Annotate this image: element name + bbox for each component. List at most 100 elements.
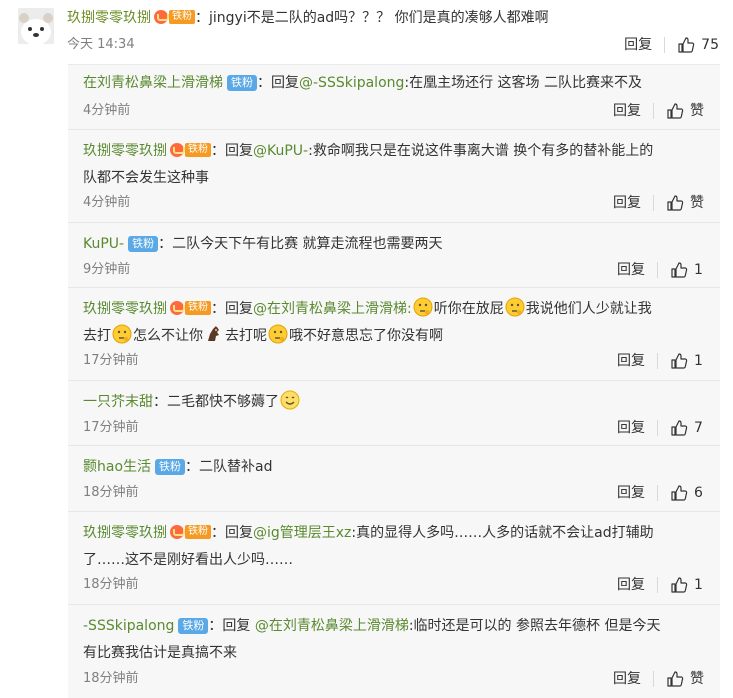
- fan-badge[interactable]: 铁粉: [227, 75, 257, 91]
- like-count[interactable]: 1: [694, 575, 704, 595]
- reply-item: 颢hao生活 铁粉 ：二队替补ad 18分钟前 回复 6: [68, 446, 720, 512]
- reply-content: 玖捌零零玖捌 铁粉 ：回复@ig管理层王xz:真的显得人多吗……人多的话就不会让ad…: [83, 524, 654, 568]
- username-link[interactable]: 玖捌零零玖捌: [83, 301, 167, 317]
- reply-time: 4分钟前: [83, 103, 131, 118]
- avatar[interactable]: [18, 8, 54, 44]
- like-icon[interactable]: [670, 261, 688, 279]
- username-link[interactable]: -SSSkipalong: [83, 618, 174, 634]
- reply-content: -SSSkipalong 铁粉 ：回复 @在刘青松鼻梁上滑滑梯:临时还是可以的 参照…: [83, 618, 661, 661]
- reply-content: 玖捌零零玖捌 铁粉 ：回复@在刘青松鼻梁上滑滑梯: 听你在放屁 我说他们人少就让我 去打…: [83, 296, 702, 350]
- thinking-emoji-icon: [268, 324, 288, 344]
- reply-button[interactable]: 回复: [617, 418, 645, 438]
- username-link[interactable]: 颢hao生活: [83, 459, 151, 475]
- fan-badge[interactable]: 铁粉: [178, 618, 209, 634]
- mention-link[interactable]: @在刘青松鼻梁上滑滑梯: [253, 301, 407, 317]
- like-count[interactable]: 1: [694, 260, 704, 280]
- mention-link[interactable]: @KuPU-: [253, 143, 308, 159]
- crown-icon: [170, 525, 185, 539]
- reply-button[interactable]: 回复: [617, 351, 645, 371]
- reply-button[interactable]: 回复: [617, 483, 645, 503]
- like-icon[interactable]: [670, 352, 688, 370]
- like-icon[interactable]: [677, 36, 695, 54]
- divider: [657, 420, 658, 436]
- reply-button[interactable]: 回复: [613, 193, 641, 213]
- like-count[interactable]: 赞: [690, 669, 704, 689]
- reply-item: 在刘青松鼻梁上滑滑梯 铁粉 ：回复@-SSSkipalong:在凰主场还行 这客场 …: [68, 65, 720, 130]
- colon: ：: [257, 75, 271, 91]
- reply-actions: 回复 1: [617, 575, 704, 595]
- like-icon[interactable]: [670, 419, 688, 437]
- divider: [664, 37, 666, 53]
- reply-time: 4分钟前: [83, 195, 131, 210]
- reply-actions: 回复 赞: [613, 193, 704, 213]
- like-count[interactable]: 6: [694, 483, 704, 503]
- like-count[interactable]: 赞: [690, 193, 704, 213]
- username-link[interactable]: 玖捌零零玖捌: [83, 525, 167, 541]
- divider: [657, 577, 658, 593]
- divider: [653, 195, 654, 211]
- like-icon[interactable]: [666, 194, 684, 212]
- like-icon[interactable]: [670, 576, 688, 594]
- fan-badge[interactable]: 铁粉: [128, 236, 159, 252]
- mention-link[interactable]: @ig管理层王xz: [253, 525, 351, 541]
- fan-badge-label: 铁粉: [169, 10, 195, 24]
- reply-item: KuPU- 铁粉 ：二队今天下午有比赛 就算走流程也需要两天 9分钟前 回复 1: [68, 223, 720, 288]
- reply-content: 一只芥末甜：二毛都快不够薅了: [83, 389, 702, 416]
- reply-actions: 回复 6: [617, 483, 704, 503]
- crown-icon: [154, 10, 169, 24]
- reply-actions: 回复 赞: [613, 669, 704, 689]
- reply-content: 玖捌零零玖捌 铁粉 ：回复@KuPU-:救命啊我只是在说这件事离大谱 换个有多的替补…: [83, 142, 654, 186]
- reply-button[interactable]: 回复: [624, 35, 652, 55]
- username-link[interactable]: 玖捌零零玖捌: [67, 10, 151, 26]
- divider: [653, 103, 654, 119]
- reply-button[interactable]: 回复: [613, 101, 641, 121]
- mention-link[interactable]: @在刘青松鼻梁上滑滑梯: [255, 618, 409, 634]
- divider: [657, 485, 658, 501]
- username-link[interactable]: KuPU-: [83, 236, 124, 252]
- fan-badge[interactable]: 铁粉: [170, 142, 211, 158]
- reply-time: 18分钟前: [83, 577, 139, 592]
- reply-item: 玖捌零零玖捌 铁粉 ：回复@KuPU-:救命啊我只是在说这件事离大谱 换个有多的替补…: [68, 130, 720, 223]
- like-count[interactable]: 75: [701, 35, 719, 55]
- thinking-emoji-icon: [413, 297, 433, 317]
- username-link[interactable]: 在刘青松鼻梁上滑滑梯: [83, 75, 223, 91]
- thinking-emoji-icon: [112, 324, 132, 344]
- reply-button[interactable]: 回复: [613, 669, 641, 689]
- divider: [657, 262, 658, 278]
- reply-actions: 回复 赞: [613, 101, 704, 121]
- thinking-emoji-icon: [505, 297, 525, 317]
- mention-link[interactable]: @-SSSkipalong: [299, 75, 404, 91]
- comment-thread: 玖捌零零玖捌 铁粉 ：jingyi不是二队的ad吗？？？ 你们是真的凑够人都难啊 今…: [0, 0, 733, 698]
- like-icon[interactable]: [670, 484, 688, 502]
- reply-actions: 回复 7: [617, 418, 704, 438]
- username-link[interactable]: 一只芥末甜: [83, 394, 153, 410]
- reply-list: 在刘青松鼻梁上滑滑梯 铁粉 ：回复@-SSSkipalong:在凰主场还行 这客场 …: [68, 64, 720, 698]
- like-count[interactable]: 赞: [690, 101, 704, 121]
- horse-emoji-icon: [208, 326, 219, 341]
- reply-time: 17分钟前: [83, 420, 139, 435]
- fan-badge[interactable]: 铁粉: [154, 9, 195, 25]
- reply-item: -SSSkipalong 铁粉 ：回复 @在刘青松鼻梁上滑滑梯:临时还是可以的 参照…: [68, 605, 720, 698]
- fan-badge[interactable]: 铁粉: [170, 524, 211, 540]
- reply-item: 玖捌零零玖捌 铁粉 ：回复@ig管理层王xz:真的显得人多吗……人多的话就不会让ad…: [68, 512, 720, 605]
- like-count[interactable]: 1: [694, 351, 704, 371]
- reply-content: KuPU- 铁粉 ：二队今天下午有比赛 就算走流程也需要两天: [83, 236, 443, 252]
- reply-time: 18分钟前: [83, 671, 139, 686]
- reply-item: 玖捌零零玖捌 铁粉 ：回复@在刘青松鼻梁上滑滑梯: 听你在放屁 我说他们人少就让我 去打…: [68, 288, 720, 381]
- reply-button[interactable]: 回复: [617, 260, 645, 280]
- comment-text: jingyi不是二队的ad吗？？？ 你们是真的凑够人都难啊: [209, 10, 549, 26]
- smile-emoji-icon: [280, 390, 300, 410]
- username-link[interactable]: 玖捌零零玖捌: [83, 143, 167, 159]
- like-icon[interactable]: [666, 102, 684, 120]
- reply-time: 18分钟前: [83, 485, 139, 500]
- like-icon[interactable]: [666, 670, 684, 688]
- reply-time: 9分钟前: [83, 262, 131, 277]
- reply-button[interactable]: 回复: [617, 575, 645, 595]
- fan-badge[interactable]: 铁粉: [170, 300, 211, 316]
- crown-icon: [170, 143, 185, 157]
- fan-badge[interactable]: 铁粉: [155, 459, 186, 475]
- reply-actions: 回复 1: [617, 260, 704, 280]
- reply-time: 17分钟前: [83, 353, 139, 368]
- reply-content: 颢hao生活 铁粉 ：二队替补ad: [83, 459, 273, 475]
- like-count[interactable]: 7: [694, 418, 704, 438]
